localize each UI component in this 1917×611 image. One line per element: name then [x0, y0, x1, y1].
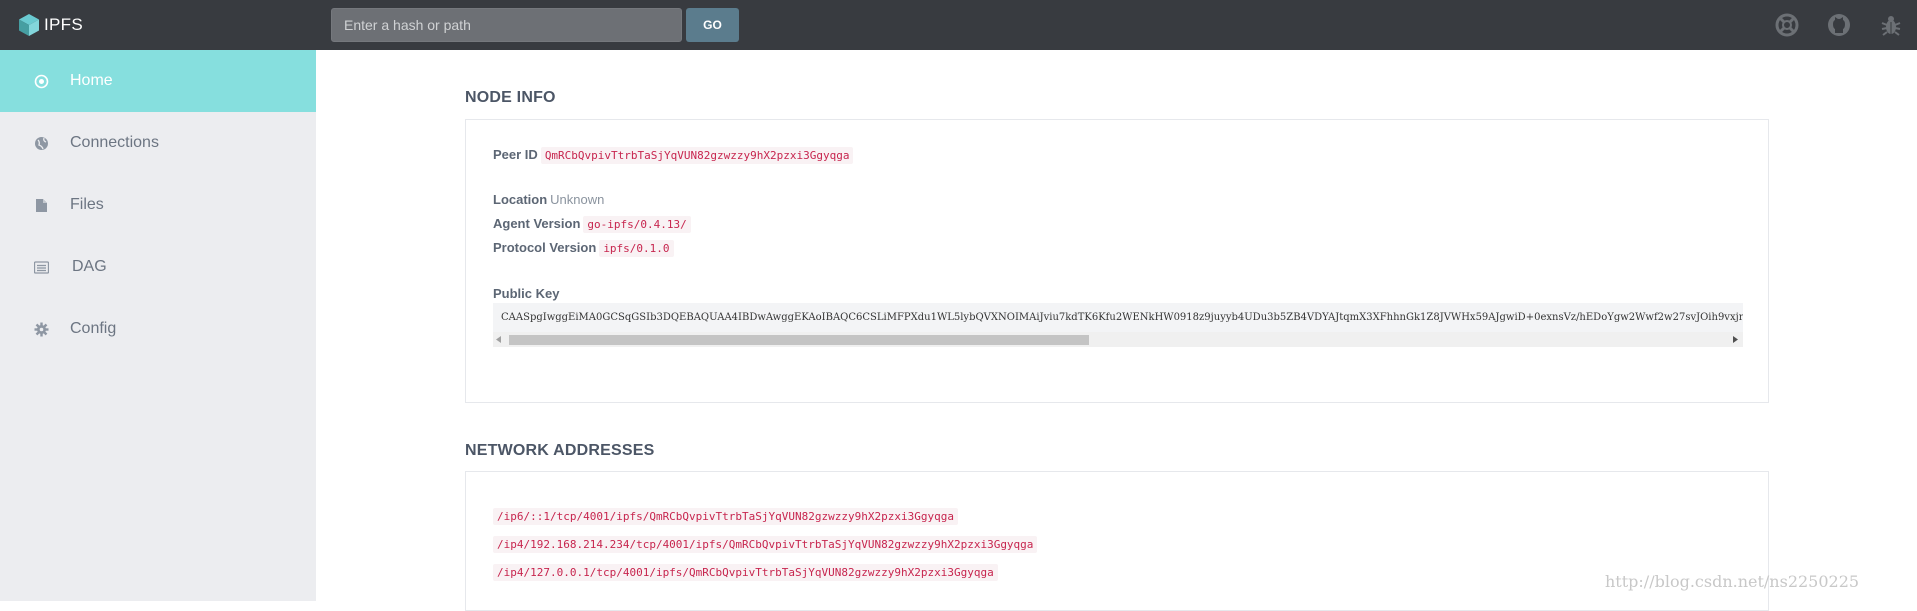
scroll-right-icon[interactable] [1733, 336, 1739, 343]
sidebar-item-connections[interactable]: Connections [0, 112, 316, 174]
sidebar-item-dag[interactable]: DAG [0, 236, 316, 298]
node-info-title: NODE INFO [465, 89, 556, 106]
bug-icon[interactable] [1879, 13, 1903, 37]
scroll-thumb[interactable] [509, 335, 1089, 345]
sidebar: Home Connections Files DAG Config [0, 50, 316, 601]
sidebar-item-label: Connections [70, 134, 159, 151]
target-icon [34, 74, 49, 88]
github-icon[interactable] [1827, 13, 1851, 37]
network-addresses-panel: /ip6/::1/tcp/4001/ipfs/QmRCbQvpivTtrbTaS… [465, 471, 1769, 611]
sidebar-item-files[interactable]: Files [0, 174, 316, 236]
peer-id-row: Peer ID QmRCbQvpivTtrbTaSjYqVUN82gzwzzy9h… [493, 147, 854, 164]
network-address: /ip4/192.168.214.234/tcp/4001/ipfs/QmRCb… [493, 536, 1038, 553]
network-address: /ip6/::1/tcp/4001/ipfs/QmRCbQvpivTtrbTaS… [493, 508, 958, 525]
agent-version-label: Agent Version [493, 216, 581, 231]
agent-version-row: Agent Version go-ipfs/0.4.13/ [493, 216, 691, 233]
public-key-label: Public Key [493, 286, 560, 301]
watermark: http://blog.csdn.net/ns2250225 [1605, 572, 1860, 591]
globe-icon [35, 136, 48, 150]
location-value: Unknown [550, 192, 605, 207]
file-icon [36, 198, 47, 212]
gear-icon [34, 322, 49, 336]
help-icon[interactable] [1775, 13, 1799, 37]
horizontal-scrollbar[interactable] [493, 332, 1743, 347]
network-address: /ip4/127.0.0.1/tcp/4001/ipfs/QmRCbQvpivT… [493, 564, 998, 581]
protocol-version-value: ipfs/0.1.0 [599, 240, 674, 257]
location-label: Location [493, 192, 548, 207]
peer-id-label: Peer ID [493, 147, 538, 162]
sidebar-item-label: DAG [72, 258, 107, 275]
top-bar: IPFS GO [0, 0, 1917, 50]
location-row: Location Unknown [493, 192, 604, 207]
sidebar-item-label: Config [70, 320, 117, 337]
sidebar-item-config[interactable]: Config [0, 298, 316, 360]
public-key-value: CAASpgIwggEiMA0GCSqGSIb3DQEBAQUAA4IBDwAw… [501, 312, 1743, 323]
ipfs-logo[interactable]: IPFS [18, 12, 83, 38]
search-input[interactable] [331, 8, 682, 42]
list-icon [34, 260, 49, 274]
protocol-version-label: Protocol Version [493, 240, 597, 255]
protocol-version-row: Protocol Version ipfs/0.1.0 [493, 240, 674, 257]
sidebar-item-home[interactable]: Home [0, 50, 316, 112]
logo-text: IPFS [44, 15, 83, 34]
agent-version-value: go-ipfs/0.4.13/ [583, 216, 691, 233]
scroll-left-icon[interactable] [496, 336, 502, 343]
node-info-panel: Peer ID QmRCbQvpivTtrbTaSjYqVUN82gzwzzy9h… [465, 119, 1769, 403]
sidebar-item-label: Files [70, 196, 104, 213]
peer-id-value: QmRCbQvpivTtrbTaSjYqVUN82gzwzzy9hX2pzxi3… [540, 147, 854, 164]
go-button[interactable]: GO [686, 8, 739, 42]
public-key-box[interactable]: CAASpgIwggEiMA0GCSqGSIb3DQEBAQUAA4IBDwAw… [493, 303, 1743, 347]
cube-icon [19, 14, 39, 36]
network-addresses-title: NETWORK ADDRESSES [465, 442, 655, 459]
sidebar-item-label: Home [70, 72, 113, 89]
